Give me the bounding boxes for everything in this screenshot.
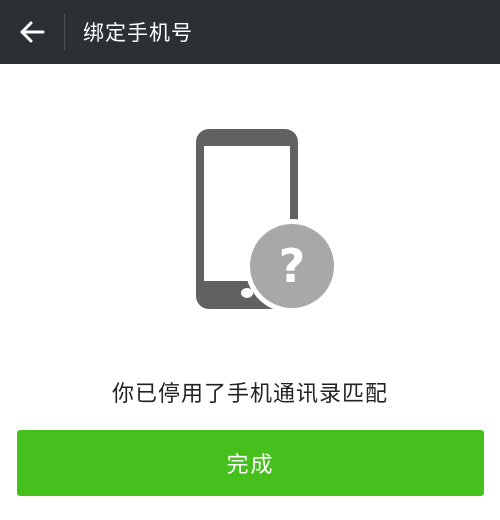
status-message: 你已停用了手机通讯录匹配 [111, 382, 388, 407]
back-button[interactable] [0, 0, 64, 64]
page-title: 绑定手机号 [83, 21, 193, 45]
main-content: ? 你已停用了手机通讯录匹配 完成 [0, 64, 500, 520]
arrow-left-icon [20, 21, 45, 43]
badge-question-text: ? [279, 239, 306, 293]
done-button[interactable]: 完成 [17, 430, 484, 496]
question-mark-icon: ? [245, 219, 339, 313]
phone-illustration: ? [196, 129, 339, 313]
header-divider [64, 14, 65, 50]
top-bar: 绑定手机号 [0, 0, 500, 64]
